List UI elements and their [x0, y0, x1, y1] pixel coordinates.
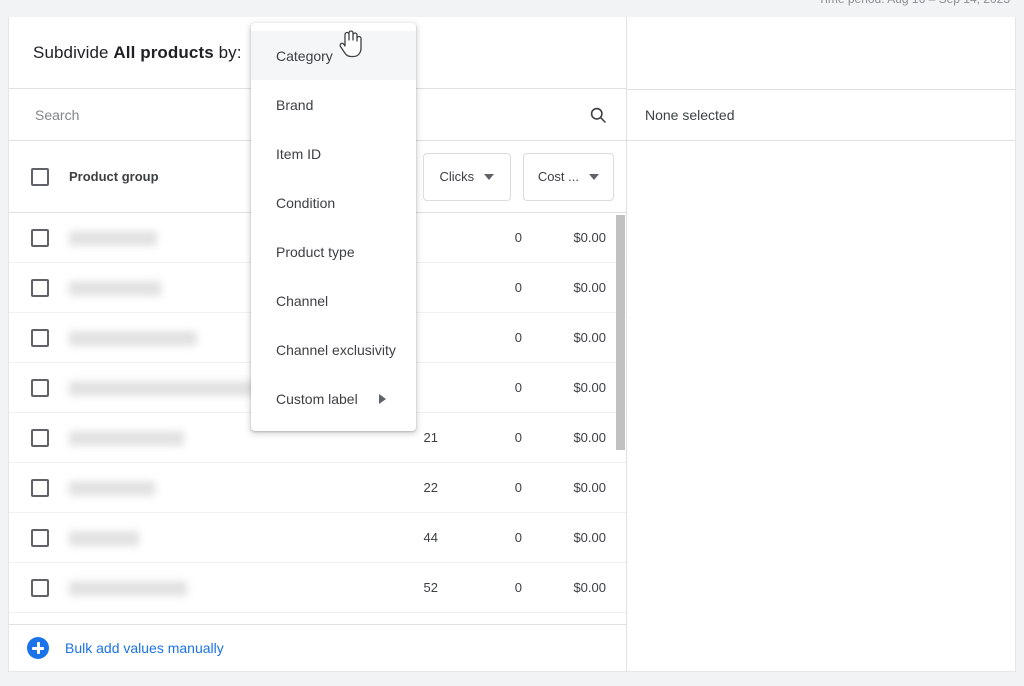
menu-item-channel-exclusivity[interactable]: Channel exclusivity	[251, 325, 416, 374]
redacted-text	[69, 430, 184, 446]
cell-clicks: 0	[514, 530, 522, 545]
redacted-text	[69, 530, 139, 546]
clicks-metric-dropdown[interactable]: Clicks	[422, 152, 511, 201]
cell-cost: $0.00	[573, 430, 606, 445]
plus-circle-icon[interactable]	[27, 637, 49, 659]
product-group-name	[69, 430, 342, 446]
cell-impressions: 52	[423, 580, 438, 595]
menu-item-label: Channel exclusivity	[276, 341, 396, 358]
chevron-down-icon	[484, 173, 495, 180]
cell-clicks: 0	[514, 330, 522, 345]
subdivide-dropdown-menu[interactable]: Category Brand Item ID Condition Product typ…	[251, 23, 416, 431]
chevron-down-icon	[589, 173, 599, 180]
redacted-text	[69, 330, 197, 346]
cell-impressions: 44	[423, 530, 438, 545]
cell-impressions: 22	[423, 480, 438, 495]
table-row[interactable]: 44 0 $0.00	[9, 513, 626, 563]
cell-cost: $0.00	[573, 480, 606, 495]
cell-cost: $0.00	[573, 530, 606, 545]
table-row[interactable]: 52 0 $0.00	[9, 563, 626, 613]
cell-cost: $0.00	[573, 330, 606, 345]
cell-cost: $0.00	[573, 380, 606, 395]
right-pane: None selected	[627, 17, 1015, 671]
redacted-text	[69, 480, 155, 496]
row-checkbox[interactable]	[31, 428, 49, 447]
row-checkbox[interactable]	[31, 578, 49, 597]
menu-item-category[interactable]: Category	[251, 31, 416, 80]
product-group-name	[69, 480, 342, 496]
selected-items-status: None selected	[627, 89, 1015, 141]
cell-clicks: 0	[514, 580, 522, 595]
menu-item-label: Brand	[276, 96, 314, 113]
product-group-name	[69, 530, 342, 546]
menu-item-label: Product type	[276, 243, 355, 260]
row-checkbox[interactable]	[31, 328, 49, 347]
bulk-add-values-link[interactable]: Bulk add values manually	[65, 640, 224, 656]
menu-item-channel[interactable]: Channel	[251, 276, 416, 325]
menu-item-brand[interactable]: Brand	[251, 80, 416, 129]
cell-cost: $0.00	[573, 580, 606, 595]
chevron-right-icon	[379, 393, 386, 404]
row-checkbox[interactable]	[31, 228, 49, 247]
table-row[interactable]: 22 0 $0.00	[9, 463, 626, 513]
time-period-label: Time period: Aug 16 – Sep 14, 2023	[818, 0, 1010, 6]
select-all-checkbox[interactable]	[31, 167, 49, 186]
row-checkbox[interactable]	[31, 278, 49, 297]
product-group-name	[69, 580, 342, 596]
redacted-text	[69, 580, 187, 596]
redacted-text	[69, 380, 261, 396]
cell-clicks: 0	[514, 480, 522, 495]
row-checkbox[interactable]	[31, 528, 49, 547]
table-scrollbar-track[interactable]	[614, 213, 626, 624]
cell-clicks: 0	[514, 280, 522, 295]
menu-item-label: Channel	[276, 292, 329, 309]
cell-impressions: 21	[423, 430, 438, 445]
menu-item-label: Item ID	[276, 145, 322, 162]
menu-item-label: Category	[276, 47, 333, 64]
cell-cost: $0.00	[573, 280, 606, 295]
dialog-title-prefix: Subdivide	[33, 42, 114, 62]
menu-item-label: Condition	[276, 194, 336, 211]
redacted-text	[69, 280, 161, 296]
dialog-title-suffix: by:	[213, 42, 242, 62]
table-scrollbar-thumb[interactable]	[616, 215, 625, 450]
top-strip: Time period: Aug 16 – Sep 14, 2023	[0, 0, 1024, 17]
table-row[interactable]: 1610$0.00	[9, 613, 626, 624]
right-pane-spacer	[627, 17, 1015, 89]
cost-metric-label: Cost ...	[537, 169, 579, 184]
menu-item-custom-label[interactable]: Custom label	[251, 374, 416, 423]
cell-clicks: 0	[514, 230, 522, 245]
dialog-title-subject: All products	[113, 42, 214, 62]
cell-clicks: 0	[514, 430, 522, 445]
cell-cost: $0.00	[573, 230, 606, 245]
row-checkbox[interactable]	[31, 478, 49, 497]
clicks-metric-label: Clicks	[439, 169, 475, 184]
menu-item-label: Custom label	[276, 390, 358, 407]
cost-metric-dropdown[interactable]: Cost ...	[522, 152, 614, 201]
row-checkbox[interactable]	[31, 378, 49, 397]
menu-item-product-type[interactable]: Product type	[251, 227, 416, 276]
menu-item-condition[interactable]: Condition	[251, 178, 416, 227]
cell-clicks: 0	[514, 380, 522, 395]
redacted-text	[69, 230, 157, 246]
menu-item-item-id[interactable]: Item ID	[251, 129, 416, 178]
subdivide-dialog: Subdivide All products by: Product group…	[8, 17, 1016, 672]
selected-items-list	[627, 141, 1015, 671]
search-icon[interactable]	[586, 103, 610, 127]
app-screen: Time period: Aug 16 – Sep 14, 2023 Subdi…	[0, 0, 1024, 686]
bulk-add-bar: Bulk add values manually	[9, 624, 626, 671]
